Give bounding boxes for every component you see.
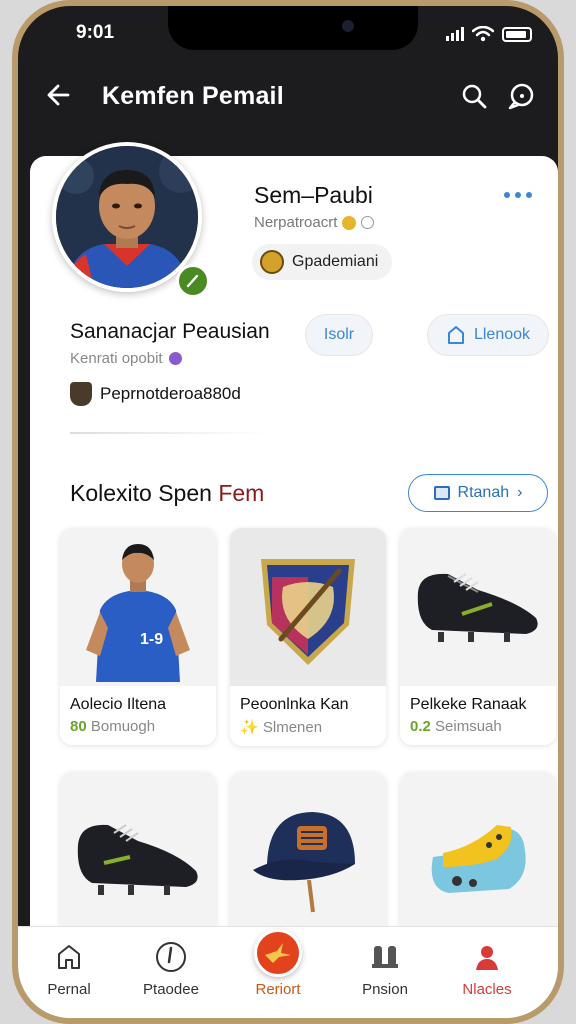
view-all-button[interactable]: Rtanah › (408, 474, 548, 512)
svg-text:1‑9: 1‑9 (140, 631, 163, 648)
full-name: Sananacjar Peausian (70, 320, 270, 343)
status-bar: 9:01 (18, 6, 558, 66)
subline-text: Nerpatroacrt (254, 214, 338, 231)
football-boot-image (77, 824, 198, 895)
card-price: ✨ (240, 719, 259, 736)
card-image (400, 772, 556, 942)
card-meta-text: Bomuogh (90, 718, 156, 735)
chevron-right-icon: › (517, 484, 523, 501)
cap-image (253, 812, 355, 913)
collection-card[interactable] (60, 772, 216, 942)
nav-label: Pernal (47, 981, 91, 998)
card-meta-text: Seimsuah (435, 718, 502, 735)
page-title: Kemfen Pemail (102, 82, 284, 110)
home-action-button[interactable]: Llenook (427, 314, 549, 356)
flag-icon (433, 486, 450, 500)
card-image (230, 528, 386, 686)
card-image (230, 772, 386, 942)
card-price: 80 (70, 718, 87, 735)
card-title: Peoonlnka Kan (240, 696, 349, 713)
camera-dot (342, 20, 354, 32)
nav-label: Nlacles (462, 981, 512, 998)
info-icon (361, 216, 375, 229)
home-icon (58, 945, 80, 969)
collection-card[interactable] (230, 772, 386, 942)
users-icon (372, 946, 398, 968)
view-all-label: Rtanah (457, 484, 510, 501)
compass-icon (156, 942, 186, 972)
nav-item-home[interactable]: Pernal (24, 937, 114, 998)
club-badge-image (261, 559, 355, 665)
purple-dot-icon (168, 352, 182, 365)
verified-badge-icon (176, 264, 210, 298)
nav-item-center[interactable]: Reriort (233, 929, 323, 998)
football-boot-image (417, 573, 538, 642)
collection-title-text: Kolexito Spen (70, 480, 219, 506)
nav-item-people[interactable]: Pnsion (340, 937, 430, 998)
collection-card[interactable]: Peoonlnka Kan ✨ Slmenen (230, 528, 386, 746)
club-line: Peprnotderoa880d (70, 382, 241, 406)
small-action-label: Isolr (323, 326, 355, 343)
sneaker-image (431, 825, 526, 893)
status-time: 9:01 (76, 22, 115, 43)
collection-title-highlight: Fem (218, 480, 265, 506)
back-arrow-icon[interactable] (44, 80, 74, 110)
divider (70, 432, 270, 434)
collection-title: Kolexito Spen Fem (70, 480, 264, 507)
more-options-icon[interactable] (504, 192, 532, 198)
search-icon[interactable] (460, 82, 488, 110)
card-image: 1‑9 (60, 528, 216, 686)
small-action-button[interactable]: Isolr (305, 314, 373, 356)
card-image (400, 528, 556, 686)
screen: 9:01 Kemfen Pemail Sem–Paubi Nerpatroacr… (18, 6, 558, 1018)
player-portrait (56, 146, 198, 288)
player-photo: 1‑9 (86, 544, 190, 682)
status-icons (446, 26, 532, 42)
person-icon (476, 946, 498, 970)
secondary-info-text: Kenrati opobit (70, 350, 163, 367)
home-action-label: Llenook (473, 326, 531, 343)
card-title: Pelkeke Ranaak (410, 696, 527, 713)
nav-item-profile[interactable]: Nlacles (442, 937, 532, 998)
app-header: Kemfen Pemail (18, 66, 558, 126)
nav-label: Pnsion (362, 981, 408, 998)
nav-label: Reriort (255, 981, 301, 998)
club-chip-label: Gpademiani (292, 253, 379, 270)
secondary-info: Kenrati opobit (70, 350, 182, 367)
gold-badge-icon (342, 215, 357, 230)
club-chip[interactable]: Gpademiani (252, 244, 393, 280)
profile-sheet: Sem–Paubi Nerpatroacrt Gpademiani Sanana… (30, 142, 558, 1018)
bird-icon (265, 943, 291, 963)
house-icon (447, 326, 464, 344)
bottom-nav: Pernal Ptaodee Reriort Pnsion Nlacles (18, 926, 558, 1018)
card-title: Aolecio Iltena (70, 696, 167, 713)
chat-icon[interactable] (506, 82, 536, 112)
card-meta: ✨ Slmenen (230, 714, 386, 746)
card-meta-text: Slmenen (262, 719, 323, 736)
nav-label: Ptaodee (143, 981, 199, 998)
wifi-icon (472, 26, 494, 42)
collection-card[interactable] (400, 772, 556, 942)
card-meta: 80 Bomuogh (60, 714, 216, 745)
profile-name: Sem–Paubi (254, 182, 373, 208)
card-meta: 0.2 Seimsuah (400, 714, 556, 745)
club-crest-icon (260, 250, 284, 274)
notch (168, 6, 418, 50)
signal-icon (446, 27, 464, 41)
card-price: 0.2 (410, 718, 431, 735)
club-name: Peprnotderoa880d (100, 384, 241, 403)
club-shield-icon (70, 382, 92, 406)
profile-subline: Nerpatroacrt (254, 214, 375, 231)
collection-card[interactable]: 1‑9 Aolecio Iltena 80 Bomuogh (60, 528, 216, 745)
collection-card[interactable]: Pelkeke Ranaak 0.2 Seimsuah (400, 528, 556, 745)
battery-icon (502, 26, 532, 42)
phone-frame: 9:01 Kemfen Pemail Sem–Paubi Nerpatroacr… (12, 0, 564, 1024)
card-image (60, 772, 216, 942)
nav-item-explore[interactable]: Ptaodee (126, 937, 216, 998)
